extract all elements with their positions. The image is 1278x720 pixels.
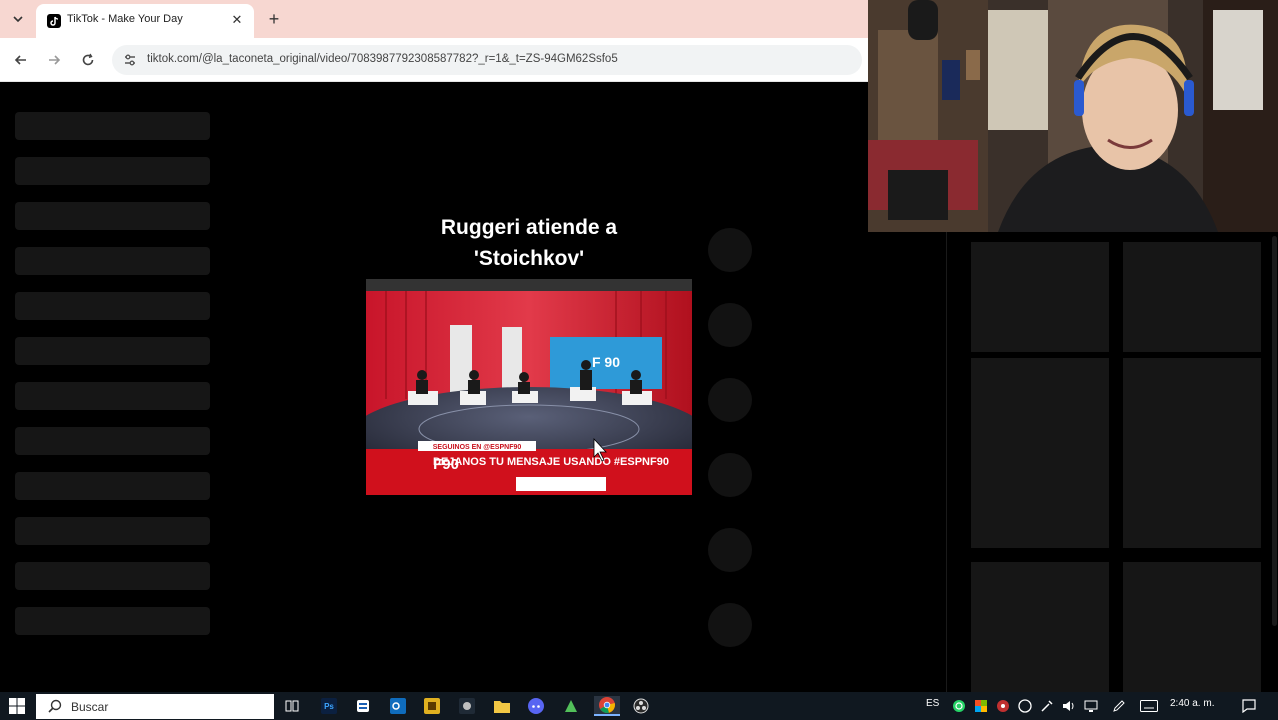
skeleton-item xyxy=(15,112,210,140)
skeleton-item xyxy=(15,292,210,320)
action-button-placeholder[interactable] xyxy=(708,453,752,497)
grid-tile[interactable] xyxy=(1123,358,1261,548)
browser-toolbar: tiktok.com/@la_taconeta_original/video/7… xyxy=(0,38,868,82)
grid-tile[interactable] xyxy=(1123,242,1261,352)
tiktok-icon xyxy=(46,13,62,29)
app-tray-icon[interactable] xyxy=(992,696,1014,716)
skeleton-item xyxy=(15,202,210,230)
skeleton-item xyxy=(15,337,210,365)
task-view-icon[interactable] xyxy=(281,696,303,716)
close-icon[interactable]: ✕ xyxy=(228,11,246,29)
app-tray-icon[interactable] xyxy=(1014,696,1036,716)
action-buttons-skeleton xyxy=(708,228,752,678)
search-icon xyxy=(48,699,62,718)
skeleton-item xyxy=(15,607,210,635)
overlay-banner-text: DEJANOS TU MENSAJE USANDO #ESPNF90 xyxy=(433,456,669,468)
tiktok-page: Ruggeri atiende a 'Stoichkov' F 90 SEGUI… xyxy=(0,82,868,692)
video-title: Ruggeri atiende a 'Stoichkov' xyxy=(366,212,692,274)
browser-tabstrip: TikTok - Make Your Day ✕ + xyxy=(0,0,868,38)
app-icon[interactable] xyxy=(456,696,478,716)
language-indicator[interactable]: ES xyxy=(926,698,939,709)
notifications-icon[interactable] xyxy=(1238,696,1260,716)
tools-icon[interactable] xyxy=(1036,696,1058,716)
plus-icon[interactable]: + xyxy=(263,8,285,30)
webcam-image xyxy=(868,0,1278,232)
chevron-down-icon[interactable] xyxy=(8,9,28,29)
screen: TikTok - Make Your Day ✕ + tiktok.com/@l… xyxy=(0,0,1278,720)
skeleton-item xyxy=(15,517,210,545)
pen-icon[interactable] xyxy=(1108,696,1130,716)
related-grid-skeleton xyxy=(946,232,1278,692)
app-icon[interactable] xyxy=(352,696,374,716)
svg-text:F 90: F 90 xyxy=(592,354,620,370)
skeleton-item xyxy=(15,247,210,275)
browser-tab[interactable]: TikTok - Make Your Day ✕ xyxy=(36,4,254,38)
address-bar[interactable]: tiktok.com/@la_taconeta_original/video/7… xyxy=(112,45,862,75)
skeleton-item xyxy=(15,157,210,185)
svg-text:Ps: Ps xyxy=(324,702,334,711)
keyboard-icon[interactable] xyxy=(1138,696,1160,716)
reload-icon[interactable] xyxy=(77,49,99,71)
tv-studio-image: F 90 SEGUINOS EN @ESPNF90 DEJANOS TU MEN… xyxy=(366,279,692,495)
outlook-icon[interactable] xyxy=(387,696,409,716)
app-icon[interactable] xyxy=(421,696,443,716)
grid-tile[interactable] xyxy=(1123,562,1261,692)
chrome-icon[interactable] xyxy=(594,696,620,716)
set-logo-text: F90 xyxy=(433,456,459,473)
discord-icon[interactable] xyxy=(525,696,547,716)
tab-title: TikTok - Make Your Day xyxy=(67,13,183,25)
network-icon[interactable] xyxy=(1080,696,1102,716)
scrollbar[interactable] xyxy=(1272,236,1277,626)
video-player[interactable]: F 90 SEGUINOS EN @ESPNF90 DEJANOS TU MEN… xyxy=(366,279,692,495)
app-icon[interactable] xyxy=(560,696,582,716)
taskbar-search-input[interactable]: Buscar xyxy=(36,694,274,719)
sidebar-skeleton xyxy=(15,112,210,652)
skeleton-item xyxy=(15,472,210,500)
action-button-placeholder[interactable] xyxy=(708,378,752,422)
action-button-placeholder[interactable] xyxy=(708,603,752,647)
webcam-overlay xyxy=(868,0,1278,232)
grid-tile[interactable] xyxy=(971,242,1109,352)
action-button-placeholder[interactable] xyxy=(708,528,752,572)
search-placeholder: Buscar xyxy=(71,700,109,714)
clock[interactable]: 2:40 a. m. xyxy=(1170,698,1214,709)
tune-icon[interactable] xyxy=(122,52,138,68)
windows-start-icon[interactable] xyxy=(4,696,30,716)
skeleton-item xyxy=(15,427,210,455)
video-title-line-2: 'Stoichkov' xyxy=(473,247,585,270)
app-tray-icon[interactable] xyxy=(970,696,992,716)
photoshop-icon[interactable]: Ps xyxy=(318,696,340,716)
speaker-icon[interactable] xyxy=(1058,696,1080,716)
url-text: tiktok.com/@la_taconeta_original/video/7… xyxy=(147,53,618,65)
obs-icon[interactable] xyxy=(630,696,652,716)
action-button-placeholder[interactable] xyxy=(708,228,752,272)
arrow-left-icon[interactable] xyxy=(10,49,32,71)
action-button-placeholder[interactable] xyxy=(708,303,752,347)
overlay-small-text: SEGUINOS EN @ESPNF90 xyxy=(433,444,522,451)
grid-tile[interactable] xyxy=(971,358,1109,548)
skeleton-item xyxy=(15,382,210,410)
file-explorer-icon[interactable] xyxy=(491,696,513,716)
video-title-line-1: Ruggeri atiende a xyxy=(440,216,618,239)
arrow-right-icon[interactable] xyxy=(43,49,65,71)
grid-tile[interactable] xyxy=(971,562,1109,692)
whatsapp-icon[interactable] xyxy=(948,696,970,716)
windows-taskbar: Buscar Ps ES 2:40 a. m. xyxy=(0,692,1278,720)
skeleton-item xyxy=(15,562,210,590)
